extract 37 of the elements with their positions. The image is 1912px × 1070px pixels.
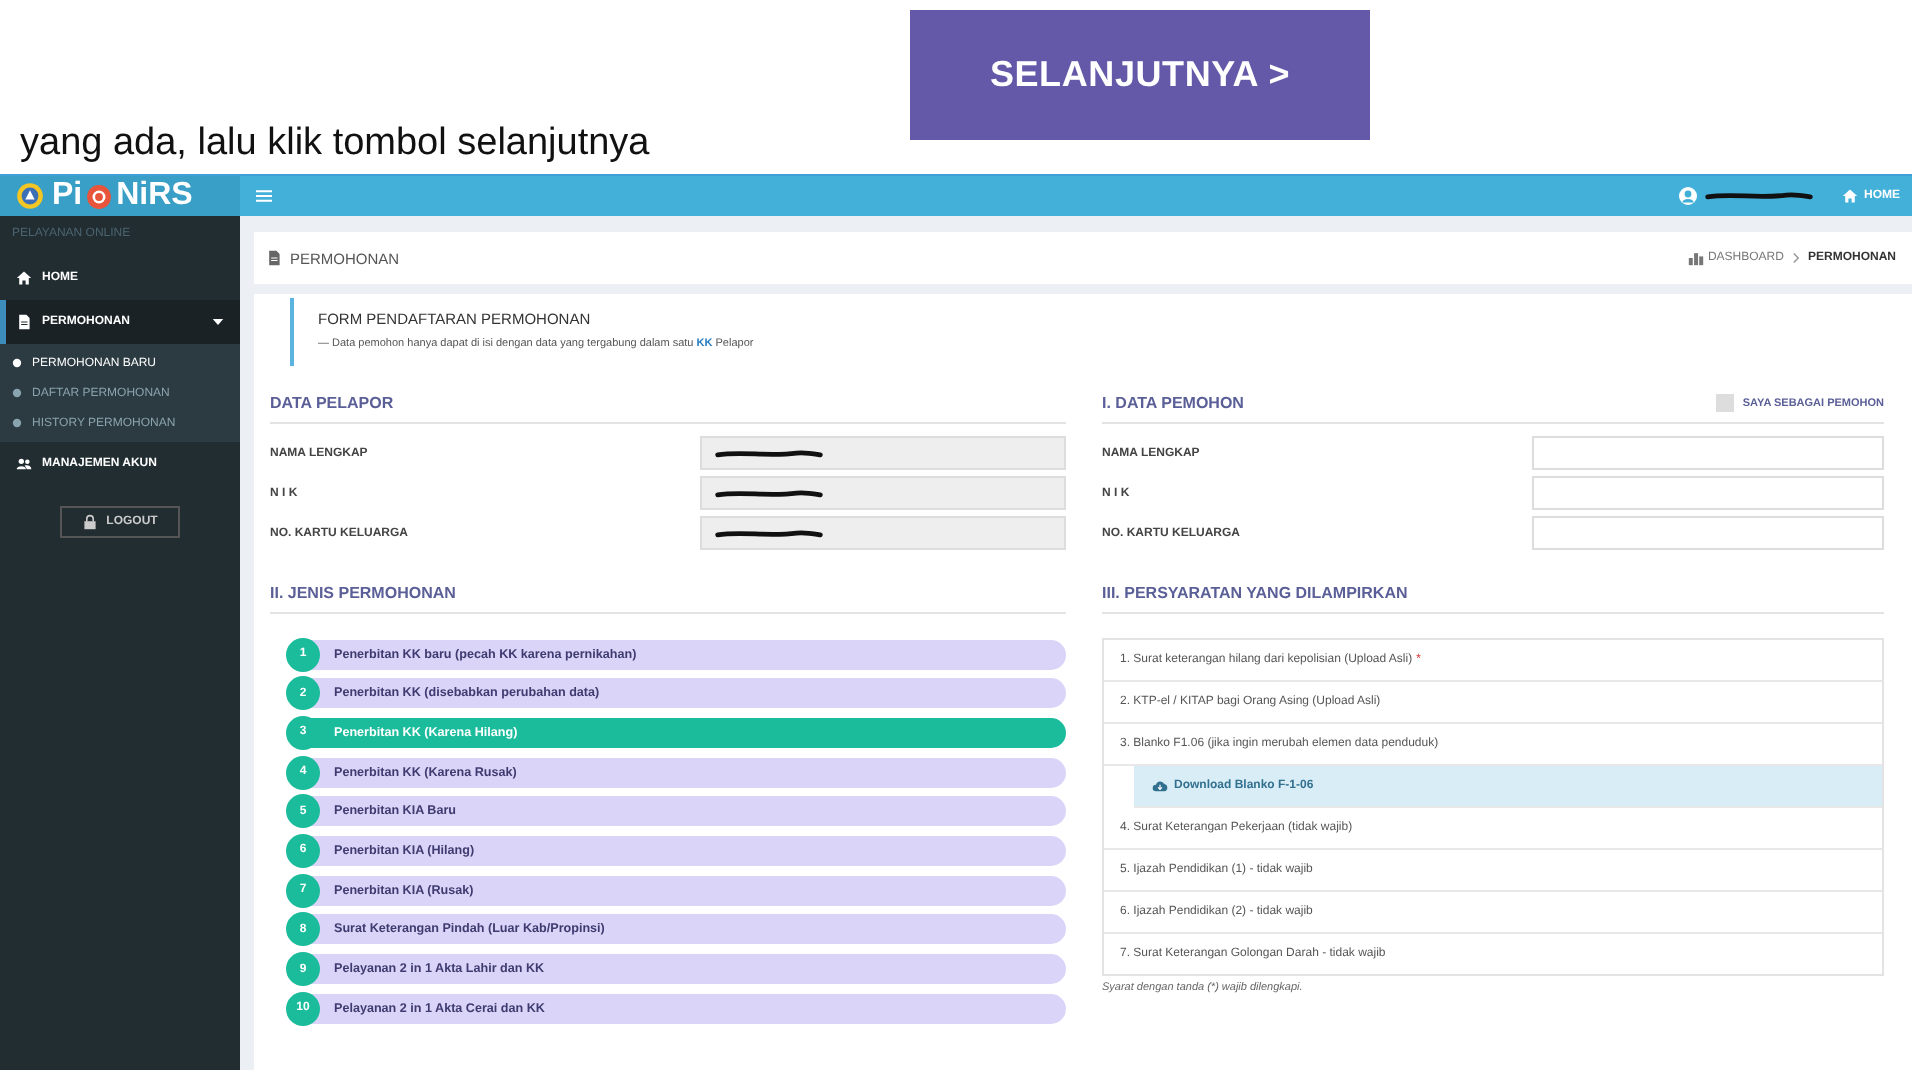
emblem-icon xyxy=(16,182,44,210)
input-field[interactable] xyxy=(700,436,1066,470)
redaction-mark xyxy=(714,447,824,459)
bullet-icon xyxy=(12,358,22,368)
chevron-icon xyxy=(1791,252,1800,264)
input-field[interactable] xyxy=(1532,516,1884,550)
user-icon xyxy=(1678,186,1698,206)
document-icon xyxy=(16,314,32,330)
redaction-mark xyxy=(714,527,824,539)
section-heading: DATA PELAPOR xyxy=(270,394,394,412)
next-button[interactable]: SELANJUTNYA > xyxy=(910,10,1370,140)
lock-icon xyxy=(82,514,99,530)
redaction-mark xyxy=(1704,190,1814,202)
bullet-icon xyxy=(12,418,22,428)
menu-button[interactable] xyxy=(256,188,272,204)
users-icon xyxy=(16,456,32,472)
menu-icon xyxy=(256,188,272,204)
input-field[interactable] xyxy=(1532,436,1884,470)
section-heading: II. JENIS PERMOHONAN xyxy=(270,584,456,602)
home-icon xyxy=(1842,188,1858,204)
document-icon xyxy=(266,250,282,266)
dashboard-icon xyxy=(1687,250,1704,266)
section-heading: III. PERSYARATAN YANG DILAMPIRKAN xyxy=(1102,584,1408,602)
document-text: yang ada, lalu klik tombol selanjutnya xyxy=(18,122,652,168)
cloud-download-icon xyxy=(1152,778,1168,794)
ball-icon xyxy=(86,183,113,209)
section-heading: I. DATA PEMOHON xyxy=(1102,394,1244,412)
home-icon xyxy=(16,270,32,286)
bullet-icon xyxy=(12,388,22,398)
logo-text: NiRS xyxy=(116,180,193,212)
redaction-mark xyxy=(714,487,824,499)
input-field[interactable] xyxy=(700,516,1066,550)
checkbox[interactable] xyxy=(1716,394,1735,412)
user-menu[interactable] xyxy=(1678,186,1814,206)
logo-text: Pi xyxy=(52,180,83,212)
input-field[interactable] xyxy=(700,476,1066,510)
input-field[interactable] xyxy=(1532,476,1884,510)
